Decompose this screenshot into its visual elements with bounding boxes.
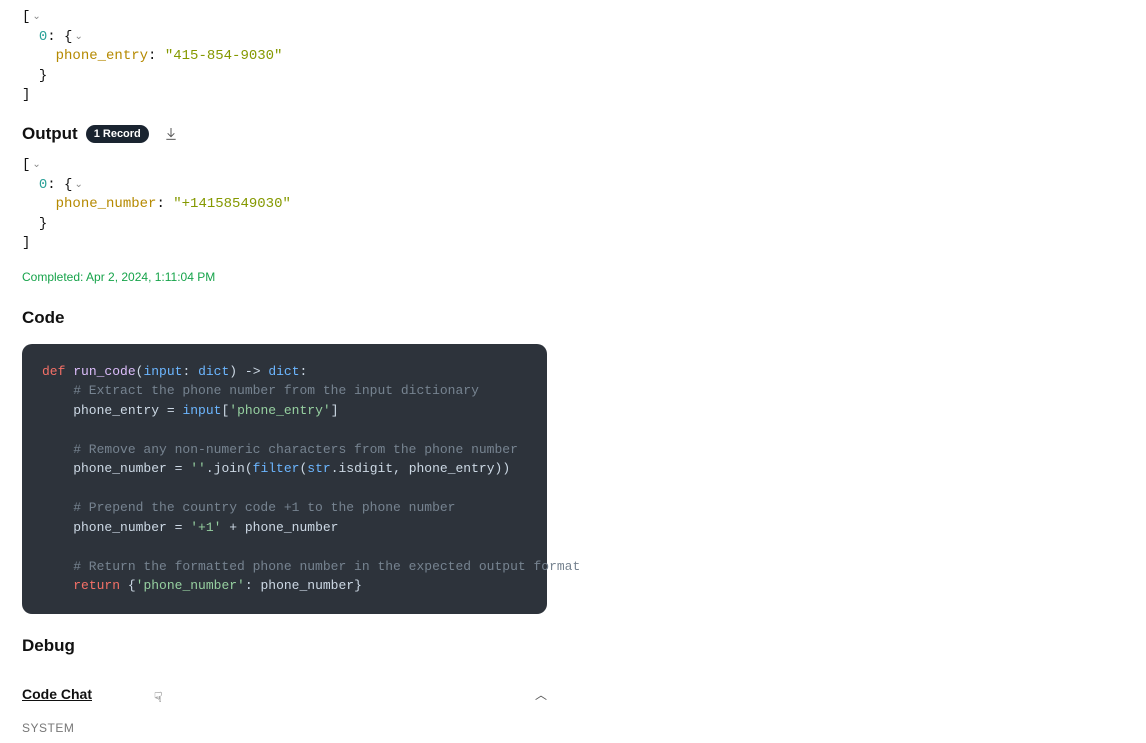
status-completed: Completed: Apr 2, 2024, 1:11:04 PM <box>22 270 1124 284</box>
output-json: [⌄ 0: {⌄ phone_number: "+14158549030" } … <box>22 156 1124 254</box>
code-title: Code <box>22 308 1124 328</box>
chevron-up-icon[interactable]: ︿ <box>535 686 547 703</box>
record-count-badge: 1 Record <box>86 125 149 143</box>
input-json: [⌄ 0: {⌄ phone_entry: "415-854-9030" } ] <box>22 8 1124 106</box>
download-icon[interactable] <box>163 126 179 142</box>
chevron-down-icon[interactable]: ⌄ <box>74 179 82 193</box>
debug-title: Debug <box>22 636 1124 656</box>
json-value: "415-854-9030" <box>165 48 283 64</box>
system-label: SYSTEM <box>22 721 1124 735</box>
json-value: "+14158549030" <box>173 196 291 212</box>
output-header: Output 1 Record <box>22 124 1124 144</box>
code-chat-title[interactable]: Code Chat <box>22 686 92 702</box>
code-chat-header[interactable]: Code Chat ☟ ︿ <box>22 686 547 703</box>
chevron-down-icon[interactable]: ⌄ <box>32 11 40 25</box>
json-key: phone_number <box>56 196 157 212</box>
cursor-icon: ☟ <box>154 689 163 706</box>
chevron-down-icon[interactable]: ⌄ <box>32 159 40 173</box>
chevron-down-icon[interactable]: ⌄ <box>74 31 82 45</box>
json-index: 0 <box>39 177 47 193</box>
json-index: 0 <box>39 29 47 45</box>
code-block: def run_code(input: dict) -> dict: # Ext… <box>22 344 547 614</box>
output-title: Output <box>22 124 78 144</box>
json-key: phone_entry <box>56 48 148 64</box>
